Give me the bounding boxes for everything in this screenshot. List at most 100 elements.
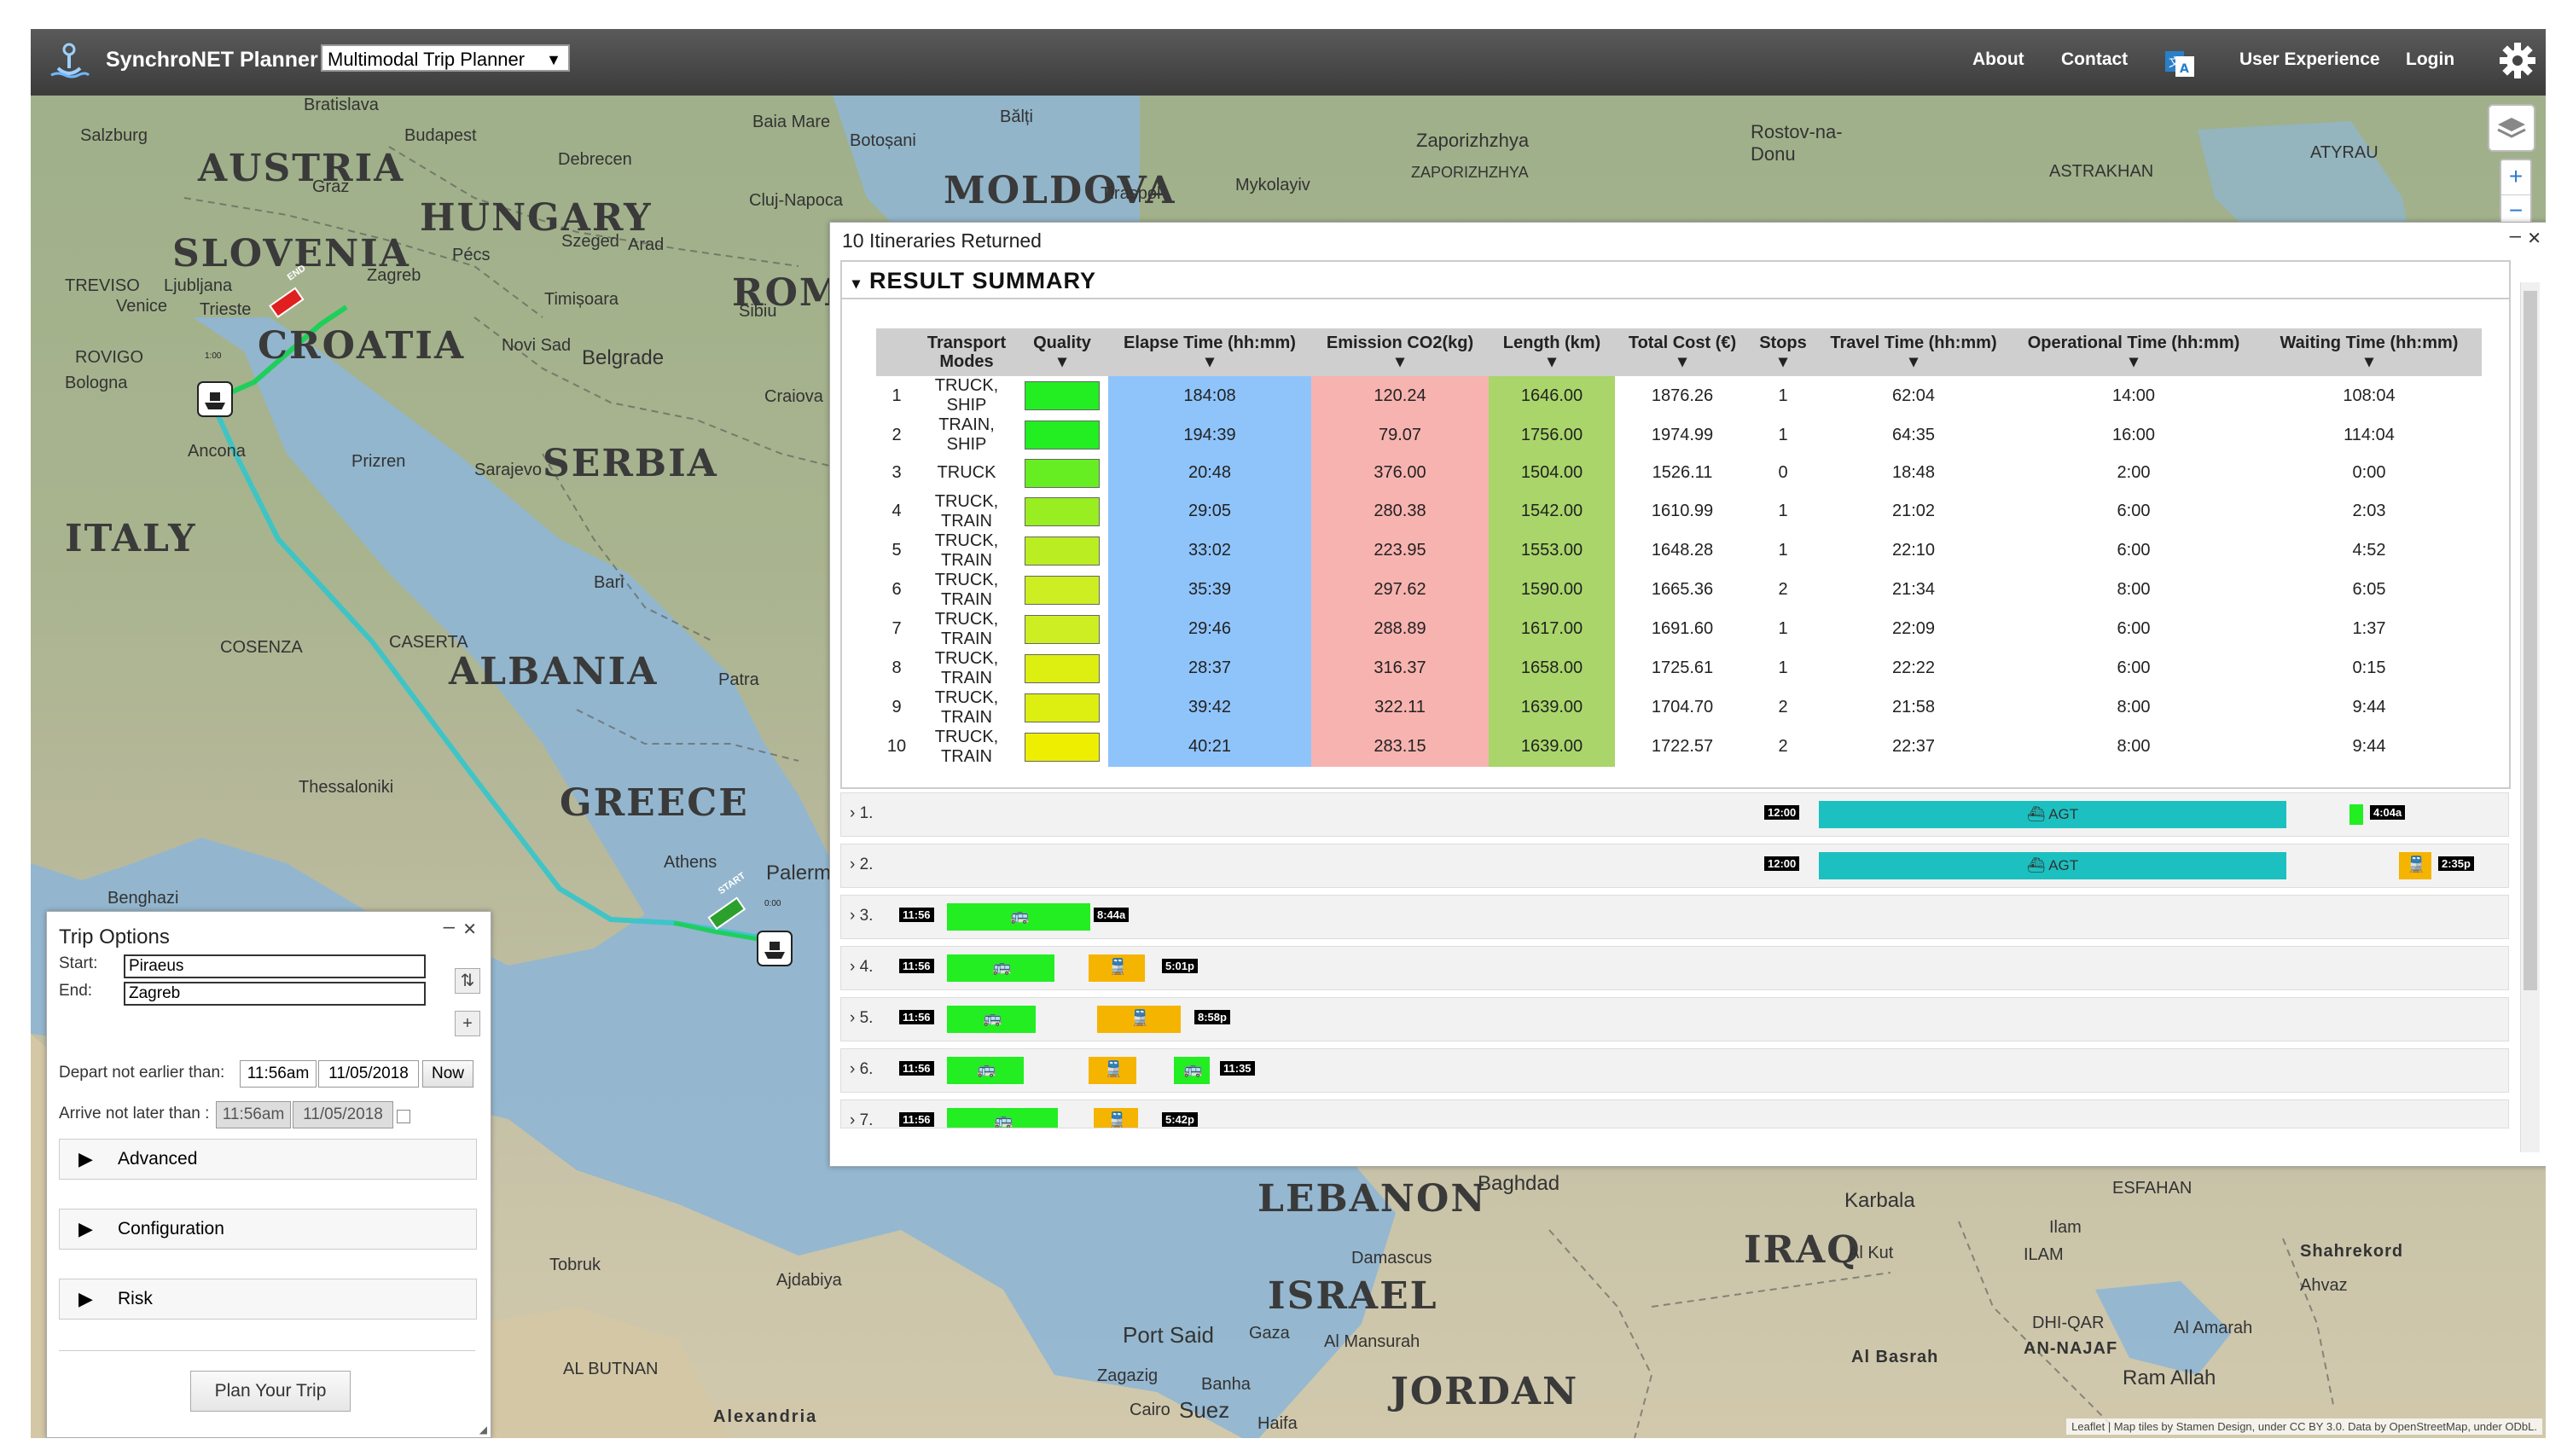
- map-label-city: ILAM: [2024, 1245, 2064, 1264]
- scrollbar-thumb[interactable]: [2524, 291, 2537, 990]
- route-segment-ship[interactable]: ⛴ AGT: [1819, 801, 2286, 828]
- table-header[interactable]: Total Cost (€) ▾: [1615, 328, 1750, 376]
- operational-time-cell: 8:00: [2117, 580, 2151, 599]
- map-attribution[interactable]: Leaflet | Map tiles by Stamen Design, un…: [2066, 1418, 2542, 1435]
- resize-handle-icon[interactable]: ◢: [479, 1424, 487, 1436]
- train-icon: 🚆: [1104, 1060, 1124, 1077]
- route-segment-train[interactable]: 🚆: [1097, 1006, 1181, 1033]
- start-input[interactable]: Piraeus: [124, 954, 426, 978]
- itinerary-row-1[interactable]: › 1. 12:00 ⛴ AGT 4:04a: [840, 792, 2509, 837]
- map-label-city: Baia Mare: [752, 113, 831, 131]
- route-segment-truck[interactable]: 🚌: [947, 903, 1090, 931]
- itinerary-row-4[interactable]: › 4. 11:56 🚌 🚆 5:01p: [840, 946, 2509, 990]
- itinerary-row-5[interactable]: › 5. 11:56 🚌 🚆 8:58p: [840, 997, 2509, 1041]
- table-header[interactable]: Emission CO2(kg) ▾: [1311, 328, 1489, 376]
- result-summary-header[interactable]: ▾ RESULT SUMMARY: [842, 262, 2509, 299]
- route-segment-train[interactable]: 🚆: [1089, 954, 1145, 982]
- table-header[interactable]: Stops ▾: [1750, 328, 1816, 376]
- table-header[interactable]: Waiting Time (hh:mm) ▾: [2256, 328, 2482, 376]
- itinerary-row-7[interactable]: › 7. 11:56 🚌 🚆 5:42p: [840, 1099, 2509, 1128]
- column-label: Operational Time (hh:mm): [2027, 334, 2240, 352]
- route-segment-truck[interactable]: 🚌: [947, 1108, 1058, 1128]
- route-segment-ship[interactable]: ⛴ AGT: [1819, 852, 2286, 879]
- nav-contact[interactable]: Contact: [2061, 49, 2128, 70]
- map-label-city: Haifa: [1257, 1414, 1298, 1433]
- table-row[interactable]: 6 TRUCK, TRAIN 35:39 297.62 1590.00 1665.36 2 2…: [876, 570, 2482, 610]
- table-row[interactable]: 8 TRUCK, TRAIN 28:37 316.37 1658.00 1725.61 1 2…: [876, 648, 2482, 688]
- language-icon[interactable]: 文 A: [2164, 48, 2198, 78]
- depart-date-input[interactable]: 11/05/2018: [318, 1060, 419, 1088]
- truck-icon: 🚌: [977, 1060, 996, 1077]
- end-input[interactable]: Zagreb: [124, 982, 426, 1006]
- waiting-time-cell: 0:00: [2352, 463, 2386, 483]
- results-panel: 10 Itineraries Returned – ✕ ▾ RESULT SUMM…: [829, 222, 2546, 1167]
- table-row[interactable]: 4 TRUCK, TRAIN 29:05 280.38 1542.00 1610.99 1 2…: [876, 491, 2482, 531]
- start-time-badge: 11:56: [899, 959, 934, 973]
- risk-section[interactable]: ▶ Risk: [59, 1279, 477, 1320]
- table-header[interactable]: Transport Modes: [917, 328, 1016, 376]
- table-header[interactable]: Elapse Time (hh:mm) ▾: [1108, 328, 1311, 376]
- agt-label: ⛴ AGT: [2026, 857, 2079, 873]
- plan-trip-button[interactable]: Plan Your Trip: [190, 1371, 351, 1412]
- table-row[interactable]: 9 TRUCK, TRAIN 39:42 322.11 1639.00 1704.70 2 2…: [876, 687, 2482, 728]
- route-segment-truck[interactable]: 🚌: [947, 1057, 1024, 1084]
- nav-about[interactable]: About: [1972, 49, 2024, 70]
- divider: [59, 1350, 475, 1351]
- advanced-section[interactable]: ▶ Advanced: [59, 1139, 477, 1180]
- itinerary-row-2[interactable]: › 2. 12:00 ⛴ AGT 🚆 2:35p: [840, 844, 2509, 888]
- table-header[interactable]: Length (km) ▾: [1489, 328, 1615, 376]
- table-header[interactable]: Operational Time (hh:mm) ▾: [2011, 328, 2256, 376]
- map-label-city: Botoșani: [850, 131, 916, 150]
- planner-mode-select[interactable]: Multimodal Trip Planner ▼: [321, 44, 570, 72]
- transport-modes-cell: TRUCK, TRAIN: [934, 491, 999, 531]
- map-label-country: IRAQ: [1744, 1228, 1862, 1272]
- route-segment-truck[interactable]: 🚌: [1174, 1057, 1210, 1084]
- route-segment-train[interactable]: 🚆: [1089, 1057, 1136, 1084]
- table-row[interactable]: 5 TRUCK, TRAIN 33:02 223.95 1553.00 1648.28 1 2…: [876, 531, 2482, 571]
- settings-gear-icon[interactable]: [2498, 41, 2537, 80]
- route-segment-train[interactable]: 🚆: [1094, 1108, 1138, 1128]
- layers-control[interactable]: [2488, 104, 2535, 152]
- route-segment-train[interactable]: 🚆: [2399, 852, 2431, 879]
- emission-cell: 288.89: [1311, 609, 1489, 649]
- table-row[interactable]: 1 TRUCK, SHIP 184:08 120.24 1646.00 1876.26 1 6…: [876, 376, 2482, 415]
- arrive-checkbox[interactable]: [397, 1110, 410, 1123]
- configuration-section[interactable]: ▶ Configuration: [59, 1209, 477, 1250]
- table-row[interactable]: 2 TRAIN, SHIP 194:39 79.07 1756.00 1974.99 1 64…: [876, 415, 2482, 455]
- table-header[interactable]: Quality ▾: [1016, 328, 1108, 376]
- minimize-icon[interactable]: –: [444, 915, 455, 939]
- emission-cell: 297.62: [1311, 570, 1489, 610]
- route-segment-truck[interactable]: 🚌: [947, 1006, 1036, 1033]
- now-button[interactable]: Now: [422, 1060, 473, 1088]
- minimize-icon[interactable]: –: [2510, 224, 2521, 248]
- nav-user-experience[interactable]: User Experience: [2239, 49, 2380, 70]
- arrive-time-input[interactable]: 11:56am: [216, 1101, 291, 1128]
- add-waypoint-icon[interactable]: +: [455, 1011, 480, 1036]
- length-cell: 1639.00: [1489, 687, 1615, 728]
- emission-cell: 376.00: [1311, 455, 1489, 492]
- waiting-time-cell: 2:03: [2352, 502, 2386, 520]
- route-segment-truck[interactable]: 🚌: [947, 954, 1054, 982]
- route-segment-truck[interactable]: [2349, 804, 2363, 825]
- table-row[interactable]: 7 TRUCK, TRAIN 29:46 288.89 1617.00 1691.60 1 2…: [876, 609, 2482, 649]
- map-label-city: ATYRAU: [2310, 143, 2378, 162]
- table-row[interactable]: 10 TRUCK, TRAIN 40:21 283.15 1639.00 1722.57 2…: [876, 727, 2482, 767]
- close-icon[interactable]: ✕: [2527, 228, 2541, 249]
- table-header[interactable]: Travel Time (hh:mm) ▾: [1816, 328, 2011, 376]
- swap-locations-icon[interactable]: ⇅: [455, 968, 480, 994]
- row-index: 6: [892, 580, 902, 599]
- map-label-city: Ajdabiya: [776, 1271, 842, 1290]
- result-summary-title: RESULT SUMMARY: [869, 268, 1097, 293]
- table-row[interactable]: 3 TRUCK 20:48 376.00 1504.00 1526.11 0 18:48 2:0…: [876, 455, 2482, 492]
- zoom-in-button[interactable]: +: [2501, 160, 2530, 195]
- arrive-date-input[interactable]: 11/05/2018: [293, 1101, 393, 1128]
- itinerary-row-3[interactable]: › 3. 11:56 🚌 8:44a: [840, 895, 2509, 939]
- map-label-city: Ahvaz: [2300, 1276, 2348, 1295]
- close-icon[interactable]: ✕: [462, 919, 477, 940]
- results-scrollbar[interactable]: [2520, 282, 2540, 1152]
- nav-login[interactable]: Login: [2406, 49, 2454, 70]
- itinerary-row-6[interactable]: › 6. 11:56 🚌 🚆 🚌 11:35: [840, 1048, 2509, 1093]
- map-label-country: GREECE: [560, 781, 749, 825]
- truck-icon: 🚌: [992, 958, 1012, 975]
- depart-time-input[interactable]: 11:56am: [240, 1060, 317, 1088]
